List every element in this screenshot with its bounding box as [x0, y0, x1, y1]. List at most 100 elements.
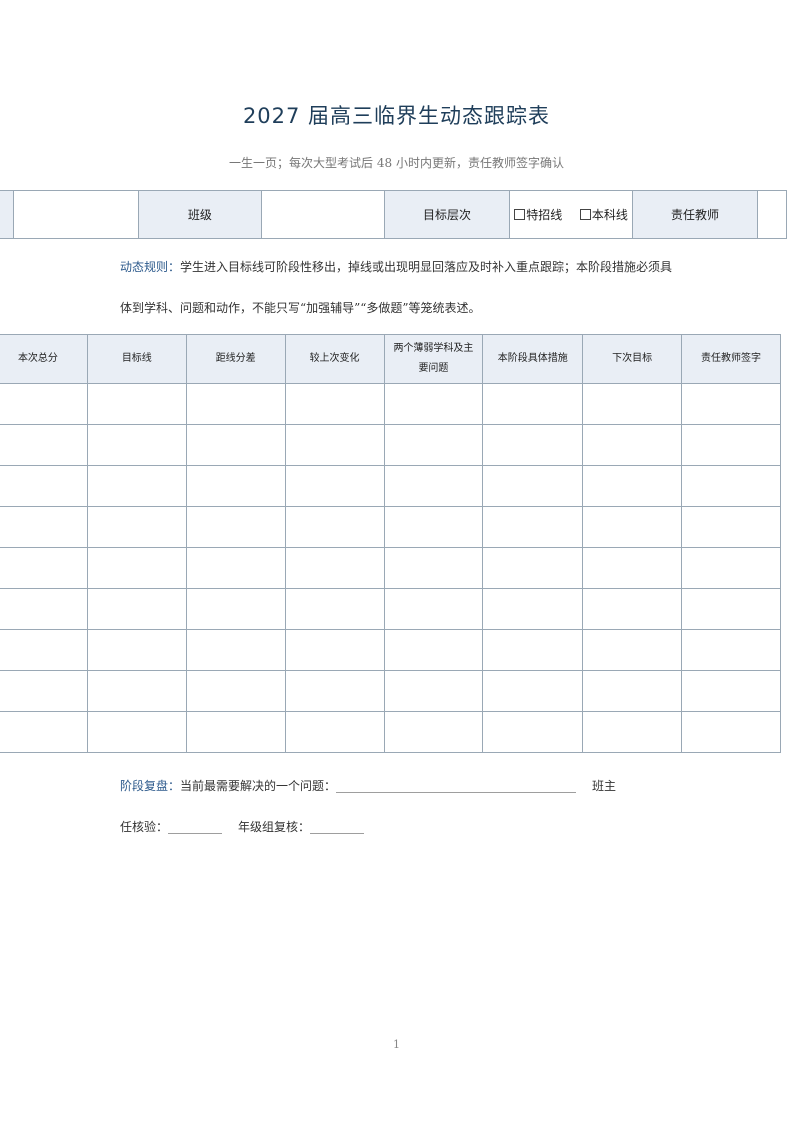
table-cell[interactable]: [582, 629, 683, 671]
table-cell[interactable]: [582, 588, 683, 630]
table-cell[interactable]: [0, 547, 88, 589]
table-cell[interactable]: [284, 629, 385, 671]
table-cell[interactable]: [482, 547, 584, 589]
table-cell[interactable]: [86, 547, 187, 589]
table-cell[interactable]: [284, 711, 385, 753]
table-row: [0, 629, 781, 671]
table-cell[interactable]: [582, 383, 683, 425]
table-cell[interactable]: [185, 465, 286, 507]
stage-review-question-blank[interactable]: ________________________________________: [336, 779, 576, 793]
table-cell[interactable]: [681, 383, 781, 425]
tracking-table: 本次总分 目标线 距线分差 较上次变化 两个薄弱学科及主要问题 本阶段具体措施 …: [0, 334, 781, 753]
table-cell[interactable]: [383, 465, 484, 507]
table-cell[interactable]: [0, 465, 88, 507]
table-cell[interactable]: [482, 424, 584, 466]
table-cell[interactable]: [0, 383, 88, 425]
table-cell[interactable]: [185, 424, 286, 466]
table-cell[interactable]: [482, 711, 584, 753]
table-cell[interactable]: [383, 424, 484, 466]
table-row: [0, 465, 781, 507]
table-cell[interactable]: [582, 670, 683, 712]
table-cell[interactable]: [681, 465, 781, 507]
table-cell[interactable]: [383, 629, 484, 671]
table-cell[interactable]: [482, 629, 584, 671]
table-cell[interactable]: [86, 424, 187, 466]
table-cell[interactable]: [482, 588, 584, 630]
table-cell[interactable]: [284, 383, 385, 425]
student-name-field[interactable]: [13, 190, 139, 239]
table-cell[interactable]: [185, 711, 286, 753]
table-cell[interactable]: [383, 711, 484, 753]
table-cell[interactable]: [0, 424, 88, 466]
stage-review-question: 当前最需要解决的一个问题：: [180, 779, 337, 793]
col-header-change: 较上次变化: [284, 334, 385, 384]
table-cell[interactable]: [582, 465, 683, 507]
table-cell[interactable]: [482, 506, 584, 548]
table-cell[interactable]: [681, 424, 781, 466]
tracking-table-body: [0, 383, 781, 753]
table-cell[interactable]: [185, 547, 286, 589]
table-cell[interactable]: [482, 383, 584, 425]
table-cell[interactable]: [681, 629, 781, 671]
table-cell[interactable]: [582, 547, 683, 589]
table-cell[interactable]: [284, 506, 385, 548]
head-teacher-blank[interactable]: _________: [168, 820, 222, 834]
table-cell[interactable]: [482, 670, 584, 712]
undergrad-line-checkbox[interactable]: [579, 209, 591, 220]
table-cell[interactable]: [86, 465, 187, 507]
col-header-gap-to-line: 距线分差: [185, 334, 286, 384]
table-cell[interactable]: [383, 588, 484, 630]
table-cell[interactable]: [681, 670, 781, 712]
class-field[interactable]: [261, 190, 386, 239]
table-cell[interactable]: [86, 588, 187, 630]
table-cell[interactable]: [582, 506, 683, 548]
table-cell[interactable]: [0, 588, 88, 630]
table-cell[interactable]: [86, 629, 187, 671]
table-cell[interactable]: [185, 588, 286, 630]
table-cell[interactable]: [86, 670, 187, 712]
table-cell[interactable]: [582, 424, 683, 466]
table-cell[interactable]: [185, 506, 286, 548]
dynamic-rules-label: 动态规则：: [120, 260, 181, 274]
col-header-measures: 本阶段具体措施: [482, 334, 584, 384]
tracking-table-header-row: 本次总分 目标线 距线分差 较上次变化 两个薄弱学科及主要问题 本阶段具体措施 …: [0, 334, 781, 384]
table-cell[interactable]: [383, 547, 484, 589]
table-cell[interactable]: [86, 383, 187, 425]
table-cell[interactable]: [681, 506, 781, 548]
table-cell[interactable]: [284, 588, 385, 630]
table-cell[interactable]: [185, 383, 286, 425]
table-cell[interactable]: [0, 629, 88, 671]
head-teacher-label-part1: 班主: [592, 779, 617, 793]
table-cell[interactable]: [681, 588, 781, 630]
table-cell[interactable]: [185, 670, 286, 712]
table-cell[interactable]: [383, 383, 484, 425]
head-teacher-label-part2: 任核验：: [120, 820, 169, 834]
student-info-table: 班级 目标层次 特招线 本科线 责任教师: [0, 190, 788, 239]
table-cell[interactable]: [284, 424, 385, 466]
dynamic-rules-line-1: 动态规则：学生进入目标线可阶段性移出，掉线或出现明显回落应及时补入重点跟踪；本阶…: [120, 258, 672, 275]
table-cell[interactable]: [0, 711, 88, 753]
undergrad-line-option-label: 本科线: [591, 208, 628, 222]
table-cell[interactable]: [86, 711, 187, 753]
table-cell[interactable]: [582, 711, 683, 753]
table-cell[interactable]: [284, 547, 385, 589]
table-cell[interactable]: [86, 506, 187, 548]
table-cell[interactable]: [681, 547, 781, 589]
table-cell[interactable]: [681, 711, 781, 753]
table-cell[interactable]: [185, 629, 286, 671]
table-cell[interactable]: [284, 670, 385, 712]
special-line-checkbox[interactable]: [514, 209, 526, 220]
target-level-label: 目标层次: [384, 190, 510, 239]
table-cell[interactable]: [383, 670, 484, 712]
table-cell[interactable]: [482, 465, 584, 507]
grade-review-blank[interactable]: _________: [310, 820, 364, 834]
responsible-teacher-field[interactable]: [756, 190, 788, 239]
table-cell[interactable]: [0, 506, 88, 548]
table-row: [0, 506, 781, 548]
table-row: [0, 588, 781, 630]
table-cell[interactable]: [383, 506, 484, 548]
page-title: 2027 届高三临界生动态跟踪表: [242, 104, 551, 128]
stage-review-label: 阶段复盘：: [120, 779, 181, 793]
table-cell[interactable]: [0, 670, 88, 712]
table-cell[interactable]: [284, 465, 385, 507]
